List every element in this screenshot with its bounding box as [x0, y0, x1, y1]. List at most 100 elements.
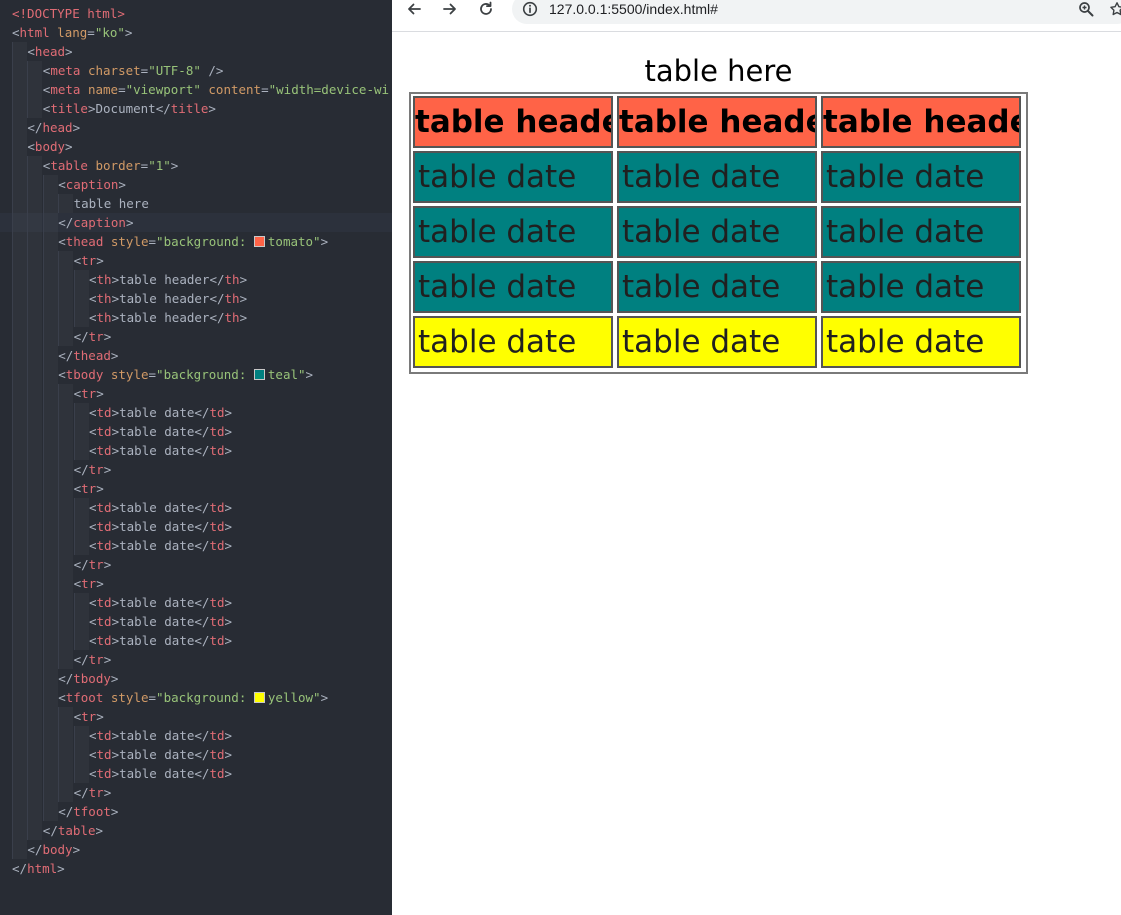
code-line[interactable]: </caption> [0, 213, 392, 232]
code-token: < [89, 405, 97, 420]
code-token: thead [65, 234, 104, 249]
code-line[interactable]: <body> [0, 137, 392, 156]
indent-guide [58, 460, 73, 479]
code-line[interactable]: </tr> [0, 783, 392, 802]
url-text[interactable]: 127.0.0.1:5500/index.html# [549, 0, 718, 18]
code-text: <tfoot style="background: yellow"> [58, 690, 328, 705]
code-line[interactable]: <thead style="background: tomato"> [0, 232, 392, 251]
code-token: title [170, 101, 209, 116]
code-line[interactable]: <tr> [0, 574, 392, 593]
code-line[interactable]: <!DOCTYPE html> [0, 4, 392, 23]
color-swatch[interactable] [253, 692, 265, 703]
code-line[interactable]: <html lang="ko"> [0, 23, 392, 42]
code-line[interactable]: </tfoot> [0, 802, 392, 821]
indent-guide [12, 80, 27, 99]
indent-guide [12, 498, 27, 517]
code-token: "viewport" [125, 82, 201, 97]
code-line[interactable]: <td>table date</td> [0, 403, 392, 422]
code-line[interactable]: </table> [0, 821, 392, 840]
code-token: </ [58, 671, 74, 686]
indent-guide [12, 99, 27, 118]
code-line[interactable]: </head> [0, 118, 392, 137]
indent-guide [12, 118, 27, 137]
code-line[interactable]: </tr> [0, 327, 392, 346]
code-text: </tr> [74, 652, 112, 667]
indent-guide [27, 479, 42, 498]
code-line[interactable]: <table border="1"> [0, 156, 392, 175]
indent-guide [42, 289, 58, 308]
code-token: style [103, 367, 149, 382]
code-line[interactable]: <td>table date</td> [0, 593, 392, 612]
code-token: "background: [156, 690, 254, 705]
code-line[interactable]: <td>table date</td> [0, 764, 392, 783]
code-text: <caption> [58, 177, 126, 192]
code-line[interactable]: <meta name="viewport" content="width=dev… [0, 80, 392, 99]
code-line[interactable]: <td>table date</td> [0, 726, 392, 745]
code-line[interactable]: <td>table date</td> [0, 517, 392, 536]
code-line[interactable]: <td>table date</td> [0, 745, 392, 764]
indent-guide [73, 764, 89, 783]
indent-guide [12, 574, 27, 593]
code-line[interactable]: <td>table date</td> [0, 536, 392, 555]
arrow-right-icon[interactable] [439, 0, 461, 18]
indent-guide [58, 289, 73, 308]
code-line[interactable]: <td>table date</td> [0, 422, 392, 441]
code-line[interactable]: <head> [0, 42, 392, 61]
star-icon[interactable] [1106, 0, 1121, 18]
code-line[interactable]: <td>table date</td> [0, 612, 392, 631]
code-line[interactable]: </tr> [0, 650, 392, 669]
code-line[interactable]: </body> [0, 840, 392, 859]
code-line[interactable]: <caption> [0, 175, 392, 194]
code-token: table date [119, 766, 195, 781]
indent-guide [73, 403, 89, 422]
color-swatch[interactable] [253, 236, 265, 247]
arrow-left-icon[interactable] [403, 0, 425, 18]
code-line[interactable]: <tr> [0, 384, 392, 403]
code-token: = [87, 25, 95, 40]
indent-guide [12, 213, 27, 232]
code-token: > [111, 272, 120, 287]
code-token: < [58, 367, 66, 382]
code-token: /> [200, 63, 224, 78]
code-line[interactable]: <th>table header</th> [0, 270, 392, 289]
code-line[interactable]: <td>table date</td> [0, 631, 392, 650]
zoom-icon[interactable] [1075, 0, 1097, 18]
code-token: > [320, 234, 329, 249]
code-editor[interactable]: <!DOCTYPE html> <html lang="ko"> <head> <me… [0, 0, 392, 915]
indent-guide [27, 403, 42, 422]
code-line[interactable]: <th>table header</th> [0, 289, 392, 308]
code-line[interactable]: </tr> [0, 460, 392, 479]
info-icon[interactable] [519, 0, 541, 18]
indent-guide [73, 745, 89, 764]
code-text: </table> [43, 823, 103, 838]
code-line[interactable]: <tbody style="background: teal"> [0, 365, 392, 384]
indent-guide [27, 99, 42, 118]
indent-guide [12, 802, 27, 821]
code-line[interactable]: <tr> [0, 479, 392, 498]
code-token: > [224, 766, 233, 781]
table-cell: table date [413, 151, 613, 203]
code-text: <tr> [74, 576, 104, 591]
code-text: table here [74, 196, 149, 211]
code-line[interactable]: <th>table header</th> [0, 308, 392, 327]
code-line[interactable]: </tr> [0, 555, 392, 574]
code-line[interactable]: </html> [0, 859, 392, 878]
indent-guide [58, 574, 73, 593]
code-line[interactable]: <tr> [0, 251, 392, 270]
code-line[interactable]: <td>table date</td> [0, 441, 392, 460]
code-line[interactable]: <td>table date</td> [0, 498, 392, 517]
code-line[interactable]: <meta charset="UTF-8" /> [0, 61, 392, 80]
code-token: table date [119, 424, 195, 439]
reload-icon[interactable] [475, 0, 497, 18]
code-line[interactable]: <tfoot style="background: yellow"> [0, 688, 392, 707]
code-line[interactable]: <title>Document</title> [0, 99, 392, 118]
code-token: </ [27, 842, 43, 857]
code-token: border [87, 158, 141, 173]
color-swatch[interactable] [253, 369, 265, 380]
code-line[interactable]: table here [0, 194, 392, 213]
code-token: </ [194, 538, 210, 553]
code-line[interactable]: </tbody> [0, 669, 392, 688]
indent-guide [58, 422, 73, 441]
code-line[interactable]: <tr> [0, 707, 392, 726]
code-line[interactable]: </thead> [0, 346, 392, 365]
